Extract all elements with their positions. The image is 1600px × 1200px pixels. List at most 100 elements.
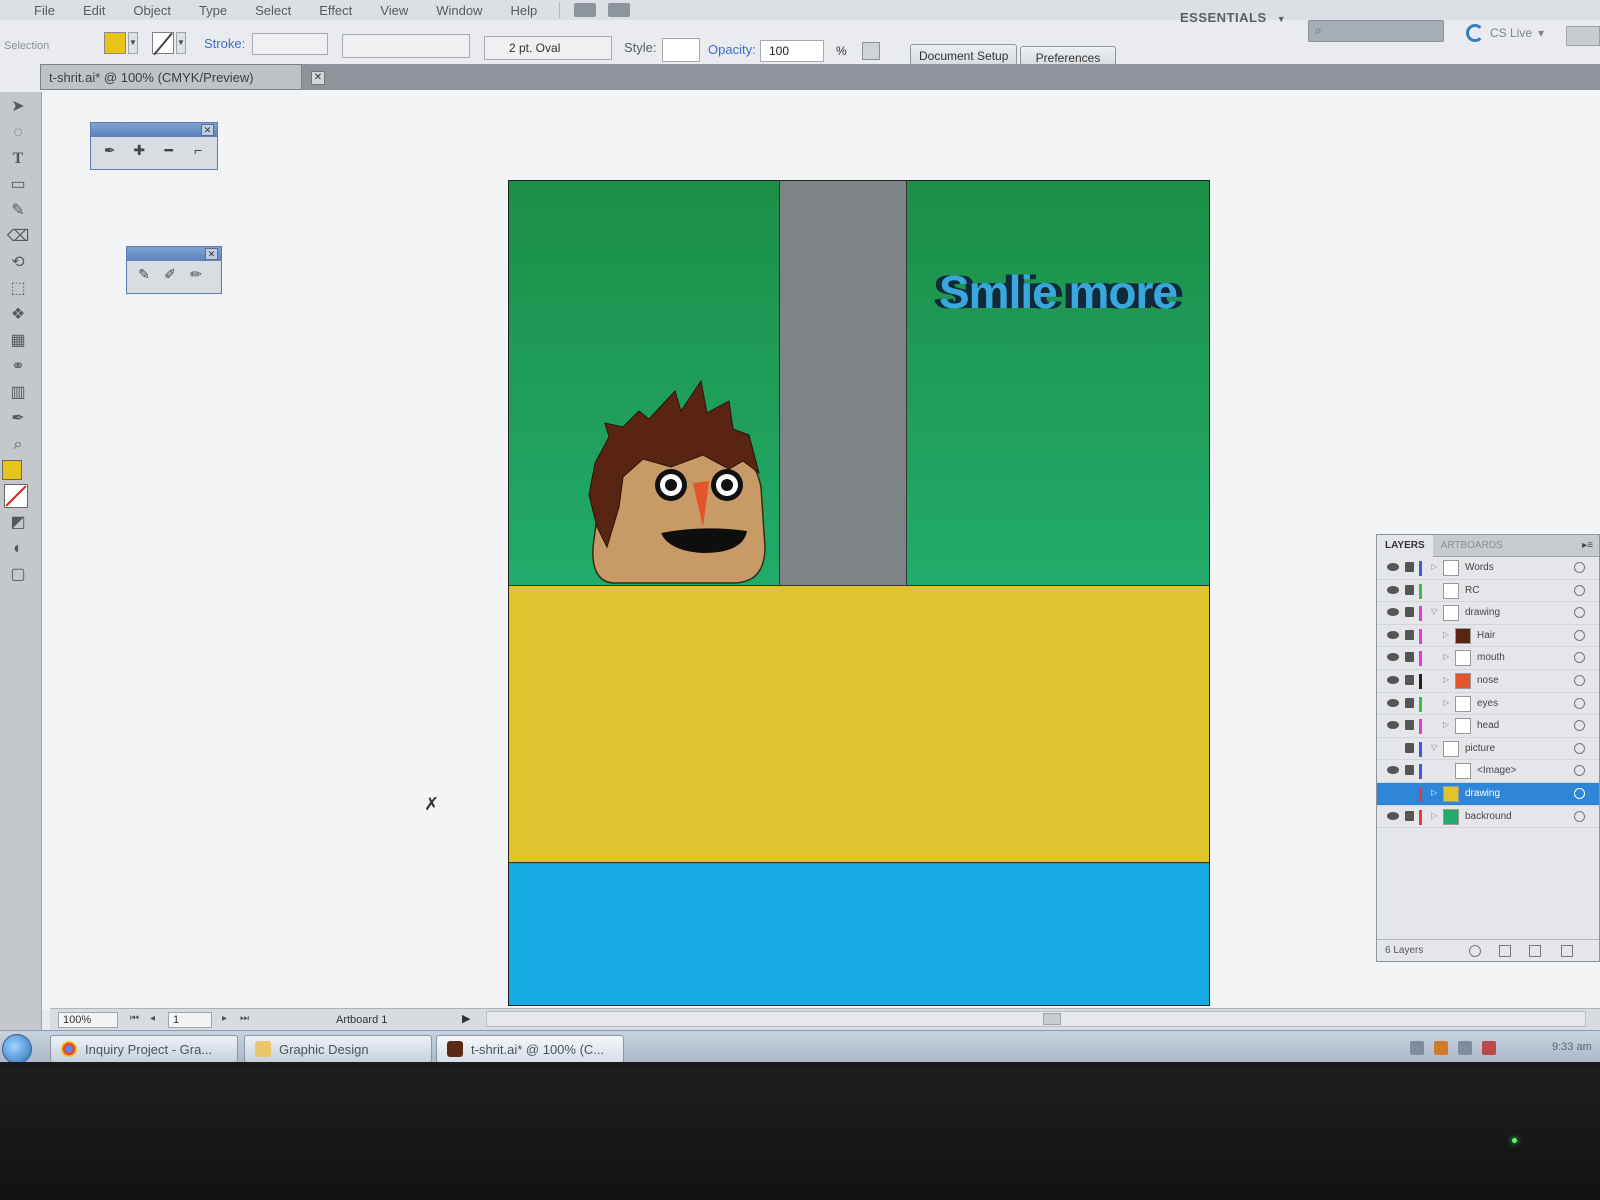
sublayer-row-image[interactable]: <Image> <box>1377 760 1599 783</box>
layer-row-drawing-selected[interactable]: ▷ drawing <box>1377 782 1599 806</box>
sublayer-row-hair[interactable]: ▷ Hair <box>1377 625 1599 648</box>
flag-icon[interactable] <box>1410 1041 1424 1055</box>
smooth-icon[interactable]: ✐ <box>159 265 181 283</box>
tab-artboards[interactable]: ARTBOARDS <box>1433 535 1511 557</box>
next-artboard-icon[interactable]: ▸ <box>222 1013 227 1024</box>
stroke-dropdown-arrow[interactable]: ▼ <box>176 32 186 54</box>
layer-row-rc[interactable]: RC <box>1377 580 1599 603</box>
stroke-weight-field[interactable] <box>252 33 328 55</box>
pencil-icon[interactable]: ✎ <box>133 265 155 283</box>
taskbar-clock[interactable]: 9:33 am <box>1552 1041 1592 1053</box>
lock-icon[interactable] <box>1405 607 1414 618</box>
type-tool-icon[interactable]: T <box>6 148 30 170</box>
lock-icon[interactable] <box>1405 742 1414 753</box>
lasso-tool-icon[interactable]: ◌ <box>6 122 30 144</box>
pen-icon[interactable]: ✒ <box>99 141 121 159</box>
close-icon[interactable]: ✕ <box>201 124 214 136</box>
cartoon-face[interactable] <box>583 377 773 585</box>
visibility-eye-icon[interactable] <box>1387 608 1399 617</box>
menu-select[interactable]: Select <box>241 3 305 18</box>
expand-arrow-icon[interactable]: ▷ <box>1443 720 1449 729</box>
gray-pillar[interactable] <box>779 181 907 585</box>
collapse-arrow-icon[interactable]: ▽ <box>1431 743 1437 752</box>
add-anchor-icon[interactable]: ✚ <box>129 141 151 159</box>
sublayer-row-nose[interactable]: ▷ nose <box>1377 670 1599 693</box>
blend-tool-icon[interactable]: ⚭ <box>6 356 30 378</box>
first-artboard-icon[interactable]: ⏮ <box>130 1013 139 1024</box>
start-button[interactable] <box>2 1034 32 1062</box>
visibility-eye-icon[interactable] <box>1387 563 1399 571</box>
visibility-eye-icon[interactable] <box>1387 721 1399 730</box>
target-circle-icon[interactable] <box>1574 674 1585 686</box>
taskbar-explorer-window[interactable]: Graphic Design <box>244 1035 432 1062</box>
rectangle-tool-icon[interactable]: ▭ <box>6 174 30 196</box>
menu-edit[interactable]: Edit <box>69 3 119 18</box>
last-artboard-icon[interactable]: ⏭ <box>240 1013 249 1024</box>
visibility-eye-icon[interactable] <box>1387 698 1399 707</box>
target-circle-icon[interactable] <box>1574 720 1585 732</box>
zoom-tool-icon[interactable]: ⌕ <box>6 434 30 456</box>
new-layer-icon[interactable] <box>1529 945 1541 957</box>
menu-object[interactable]: Object <box>119 3 185 18</box>
target-circle-icon[interactable] <box>1574 652 1585 664</box>
path-eraser-icon[interactable]: ✏ <box>185 265 207 283</box>
menu-type[interactable]: Type <box>185 3 241 18</box>
lock-icon[interactable] <box>1405 720 1414 731</box>
lock-icon[interactable] <box>1405 765 1414 776</box>
sublayer-row-eyes[interactable]: ▷ eyes <box>1377 693 1599 716</box>
status-menu-arrow-icon[interactable]: ▶ <box>462 1012 470 1025</box>
make-clipping-mask-icon[interactable] <box>1499 945 1511 957</box>
trash-icon[interactable] <box>1561 945 1573 957</box>
menu-view[interactable]: View <box>366 3 422 18</box>
stroke-none-swatch[interactable] <box>4 484 28 508</box>
target-circle-icon[interactable] <box>1574 810 1585 822</box>
network-icon[interactable] <box>1458 1041 1472 1055</box>
artwork-text[interactable]: Smlie more <box>939 265 1178 319</box>
draw-mode-icon[interactable]: ◐ <box>6 538 30 560</box>
taskbar-chrome-window[interactable]: Inquiry Project - Gra... <box>50 1035 238 1062</box>
recolor-artwork-icon[interactable] <box>862 42 880 60</box>
lock-icon[interactable] <box>1405 674 1414 685</box>
eraser-tool-icon[interactable]: ⌫ <box>6 226 30 248</box>
visibility-eye-icon[interactable] <box>1387 653 1399 662</box>
sublayer-row-mouth[interactable]: ▷ mouth <box>1377 647 1599 670</box>
lock-icon[interactable] <box>1405 810 1414 821</box>
brush-definition-field[interactable]: 2 pt. Oval <box>484 36 612 60</box>
collapse-arrow-icon[interactable]: ▽ <box>1431 607 1437 616</box>
expand-arrow-icon[interactable]: ▷ <box>1431 811 1437 820</box>
convert-anchor-icon[interactable]: ⌐ <box>188 141 210 159</box>
expand-arrow-icon[interactable]: ▷ <box>1443 652 1449 661</box>
arrange-documents-icon[interactable] <box>608 3 631 17</box>
free-transform-tool-icon[interactable]: ⬚ <box>6 278 30 300</box>
opacity-input[interactable]: 100 <box>760 40 824 62</box>
scrollbar-thumb[interactable] <box>1043 1013 1061 1025</box>
menu-window[interactable]: Window <box>422 3 496 18</box>
layer-row-picture[interactable]: ▽ picture <box>1377 738 1599 761</box>
window-minimize-button[interactable] <box>1566 26 1600 46</box>
layer-row-drawing[interactable]: ▽ drawing <box>1377 602 1599 625</box>
visibility-eye-icon[interactable] <box>1387 630 1399 639</box>
tab-layers[interactable]: LAYERS <box>1377 534 1433 557</box>
target-circle-icon[interactable] <box>1574 765 1585 777</box>
visibility-eye-icon[interactable] <box>1387 811 1399 820</box>
close-icon[interactable]: ✕ <box>311 71 325 85</box>
expand-arrow-icon[interactable]: ▷ <box>1443 630 1449 639</box>
selection-tool-icon[interactable]: ➤ <box>6 96 30 118</box>
rotate-tool-icon[interactable]: ⟲ <box>6 252 30 274</box>
fill-color-swatch[interactable] <box>2 460 22 480</box>
document-tab[interactable]: t-shrit.ai* @ 100% (CMYK/Preview) ✕ <box>40 64 325 90</box>
expand-arrow-icon[interactable]: ▷ <box>1443 675 1449 684</box>
fill-dropdown-arrow[interactable]: ▼ <box>128 32 138 54</box>
symbol-sprayer-tool-icon[interactable]: ❖ <box>6 304 30 326</box>
target-circle-icon[interactable] <box>1574 562 1585 573</box>
previous-artboard-icon[interactable]: ◂ <box>150 1013 155 1024</box>
expand-arrow-icon[interactable]: ▷ <box>1431 562 1437 571</box>
visibility-eye-icon[interactable] <box>1387 585 1399 594</box>
stroke-label[interactable]: Stroke: <box>204 36 245 51</box>
lock-icon[interactable] <box>1405 584 1414 595</box>
layer-row-words[interactable]: ▷ Words <box>1377 557 1599 580</box>
graph-tool-icon[interactable]: ▥ <box>6 382 30 404</box>
bridge-icon[interactable] <box>574 3 597 17</box>
target-circle-icon[interactable] <box>1574 697 1585 709</box>
pencil-tools-panel-titlebar[interactable]: ✕ <box>127 247 221 261</box>
